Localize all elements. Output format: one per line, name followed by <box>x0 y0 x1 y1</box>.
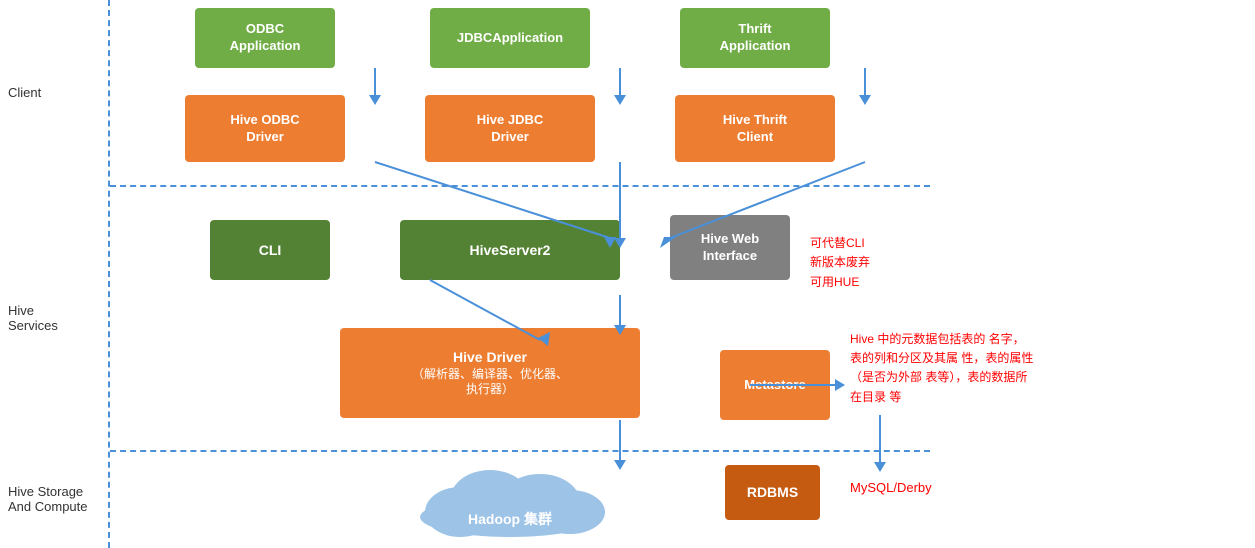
hive-services-label: Hive Services <box>0 185 108 450</box>
odbc-driver-box: Hive ODBC Driver <box>185 95 345 162</box>
client-label: Client <box>0 0 108 185</box>
odbc-app-box: ODBC Application <box>195 8 335 68</box>
metastore-annotation: Hive 中的元数据包括表的 名字，表的列和分区及其属 性，表的属性（是否为外部… <box>850 330 1035 407</box>
rdbms-annotation: MySQL/Derby <box>850 480 932 495</box>
thrift-client-box: Hive Thrift Client <box>675 95 835 162</box>
jdbc-driver-box: Hive JDBC Driver <box>425 95 595 162</box>
metastore-box: Metastore <box>720 350 830 420</box>
svg-text:Hadoop 集群: Hadoop 集群 <box>468 511 552 527</box>
thrift-app-box: Thrift Application <box>680 8 830 68</box>
jdbc-app-box: JDBCApplication <box>430 8 590 68</box>
cli-box: CLI <box>210 220 330 280</box>
hadoop-cloud: Hadoop 集群 <box>400 462 620 538</box>
rdbms-box: RDBMS <box>725 465 820 520</box>
hive-web-annotation: 可代替CLI 新版本废弃 可用HUE <box>810 215 870 292</box>
hiveserver2-box: HiveServer2 <box>400 220 620 280</box>
hive-web-interface-box: Hive Web Interface <box>670 215 790 280</box>
hive-driver-box: Hive Driver （解析器、编译器、优化器、 执行器） <box>340 328 640 418</box>
hive-storage-label: Hive Storage And Compute <box>0 450 108 548</box>
